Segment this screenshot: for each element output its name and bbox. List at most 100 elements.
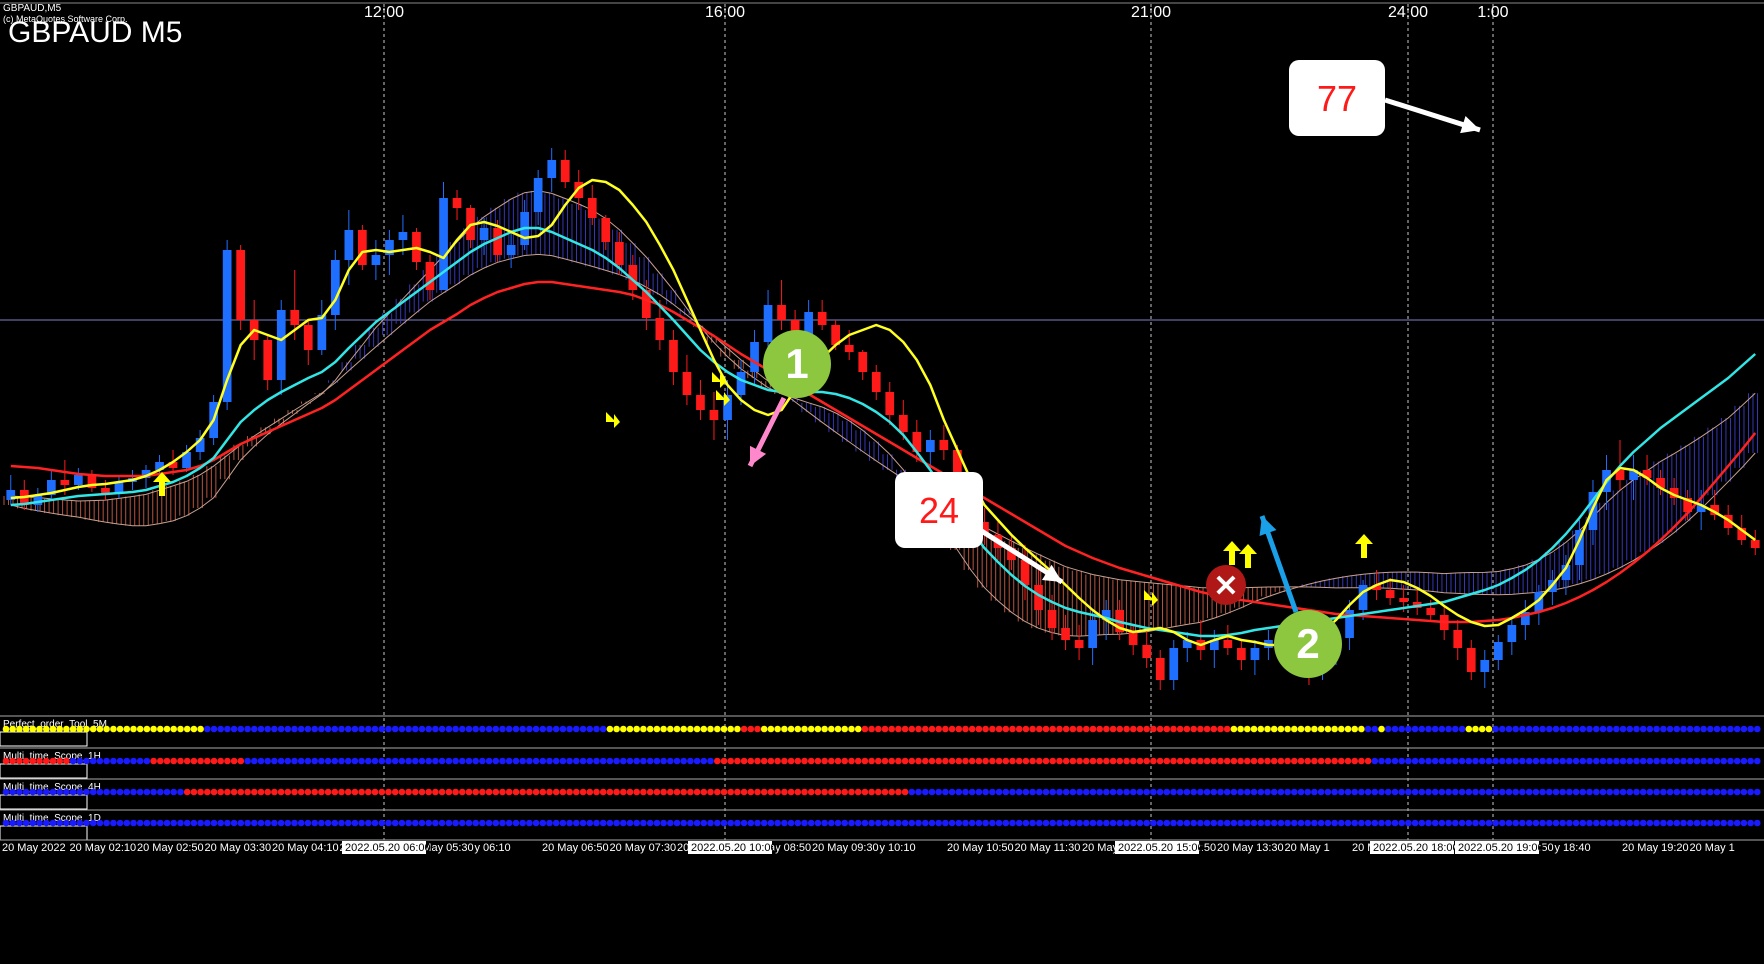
signal-dot xyxy=(1130,757,1137,765)
signal-dot xyxy=(673,725,681,733)
signal-dot xyxy=(1673,819,1681,827)
signal-dot xyxy=(331,819,339,827)
signal-dot xyxy=(505,757,513,765)
signal-dot xyxy=(1707,757,1714,765)
signal-dot xyxy=(1351,788,1358,796)
signal-dot xyxy=(1270,757,1278,765)
signal-dot xyxy=(1552,757,1560,765)
signal-dot xyxy=(412,757,419,765)
signal-dot xyxy=(1754,757,1761,765)
signal-dot xyxy=(257,788,265,796)
signal-dot xyxy=(1485,788,1493,796)
signal-dot xyxy=(1532,725,1540,733)
signal-dot xyxy=(1203,757,1211,765)
signal-dot xyxy=(1136,757,1144,765)
signal-dot xyxy=(1633,757,1640,765)
signal-dot xyxy=(150,757,157,765)
signal-dot xyxy=(1358,819,1365,827)
signal-dot xyxy=(22,757,30,765)
signal-dot xyxy=(1324,725,1332,733)
signal-dot xyxy=(646,725,654,733)
signal-dot xyxy=(1109,725,1117,733)
signal-dot xyxy=(1646,819,1654,827)
signal-dot xyxy=(123,725,131,733)
signal-dot xyxy=(123,819,131,827)
signal-dot xyxy=(304,757,312,765)
signal-dot xyxy=(566,788,573,796)
signal-dot xyxy=(1733,819,1741,827)
signal-dot xyxy=(1384,819,1392,827)
signal-dot xyxy=(244,819,251,827)
signal-dot xyxy=(36,725,43,733)
chart-window[interactable]: 1 24 77 2 ✕ Perfect_order_Tool_5M Multi_time_… xyxy=(0,0,1764,964)
signal-dot xyxy=(459,757,466,765)
signal-dot xyxy=(633,757,640,765)
signal-dot xyxy=(1727,788,1734,796)
signal-dot xyxy=(485,725,493,733)
signal-dot xyxy=(1478,757,1486,765)
signal-dot xyxy=(573,788,580,796)
signal-dot xyxy=(1391,725,1399,733)
signal-dot xyxy=(1579,757,1587,765)
callout-77: 77 xyxy=(1289,60,1385,136)
signal-dot xyxy=(1163,757,1171,765)
signal-dot xyxy=(1465,757,1473,765)
signal-dot xyxy=(1626,788,1634,796)
signal-dot xyxy=(130,788,137,796)
signal-dot xyxy=(492,757,500,765)
signal-dot xyxy=(1358,757,1365,765)
signal-dot xyxy=(928,819,936,827)
signal-dot xyxy=(150,725,157,733)
signal-dot xyxy=(1344,757,1352,765)
signal-dot xyxy=(1344,725,1352,733)
price-chart[interactable]: 124772✕ Perfect_order_Tool_5MMulti_time_… xyxy=(0,0,1764,964)
signal-dot xyxy=(318,757,325,765)
bottom-time-label: 20 May 1 xyxy=(1690,842,1735,854)
signal-dot xyxy=(49,819,57,827)
signal-dot xyxy=(1660,788,1667,796)
signal-dot xyxy=(1485,819,1493,827)
signal-dot xyxy=(754,725,761,733)
signal-dot xyxy=(747,757,755,765)
candle-body xyxy=(317,315,327,350)
signal-dot xyxy=(284,788,292,796)
signal-dot xyxy=(734,725,741,733)
signal-dot xyxy=(1693,788,1701,796)
candle-body xyxy=(344,230,354,260)
signal-dot xyxy=(1331,819,1338,827)
badge-2: 2 xyxy=(1274,610,1342,678)
signal-dot xyxy=(935,788,942,796)
bottom-time-label: y 06:10 xyxy=(475,842,511,854)
signal-dot xyxy=(130,819,137,827)
signal-dot xyxy=(787,788,795,796)
signal-dot xyxy=(653,788,661,796)
candle-body xyxy=(655,318,665,340)
signal-dot xyxy=(1465,725,1473,733)
signal-dot xyxy=(942,819,949,827)
signal-dot xyxy=(177,788,184,796)
signal-dot xyxy=(1666,819,1674,827)
signal-dot xyxy=(1452,819,1459,827)
signal-dot xyxy=(1304,757,1311,765)
candle-body xyxy=(1250,648,1260,660)
signal-dot xyxy=(687,757,694,765)
candle-body xyxy=(276,310,286,380)
signal-dot xyxy=(740,788,748,796)
signal-dot xyxy=(1042,757,1050,765)
signal-dot xyxy=(1311,725,1318,733)
signal-dot xyxy=(318,725,325,733)
signal-dot xyxy=(123,788,131,796)
signal-dot xyxy=(1304,819,1311,827)
signal-dot xyxy=(83,725,90,733)
signal-dot xyxy=(1425,757,1432,765)
signal-dot xyxy=(888,819,895,827)
signal-dot xyxy=(492,725,500,733)
signal-dot xyxy=(22,788,30,796)
signal-dot xyxy=(633,788,640,796)
signal-dot xyxy=(29,819,37,827)
candle-body xyxy=(479,228,489,240)
signal-dot xyxy=(908,725,916,733)
signal-dot xyxy=(1056,819,1063,827)
signal-dot xyxy=(1143,819,1150,827)
signal-dot xyxy=(499,788,506,796)
